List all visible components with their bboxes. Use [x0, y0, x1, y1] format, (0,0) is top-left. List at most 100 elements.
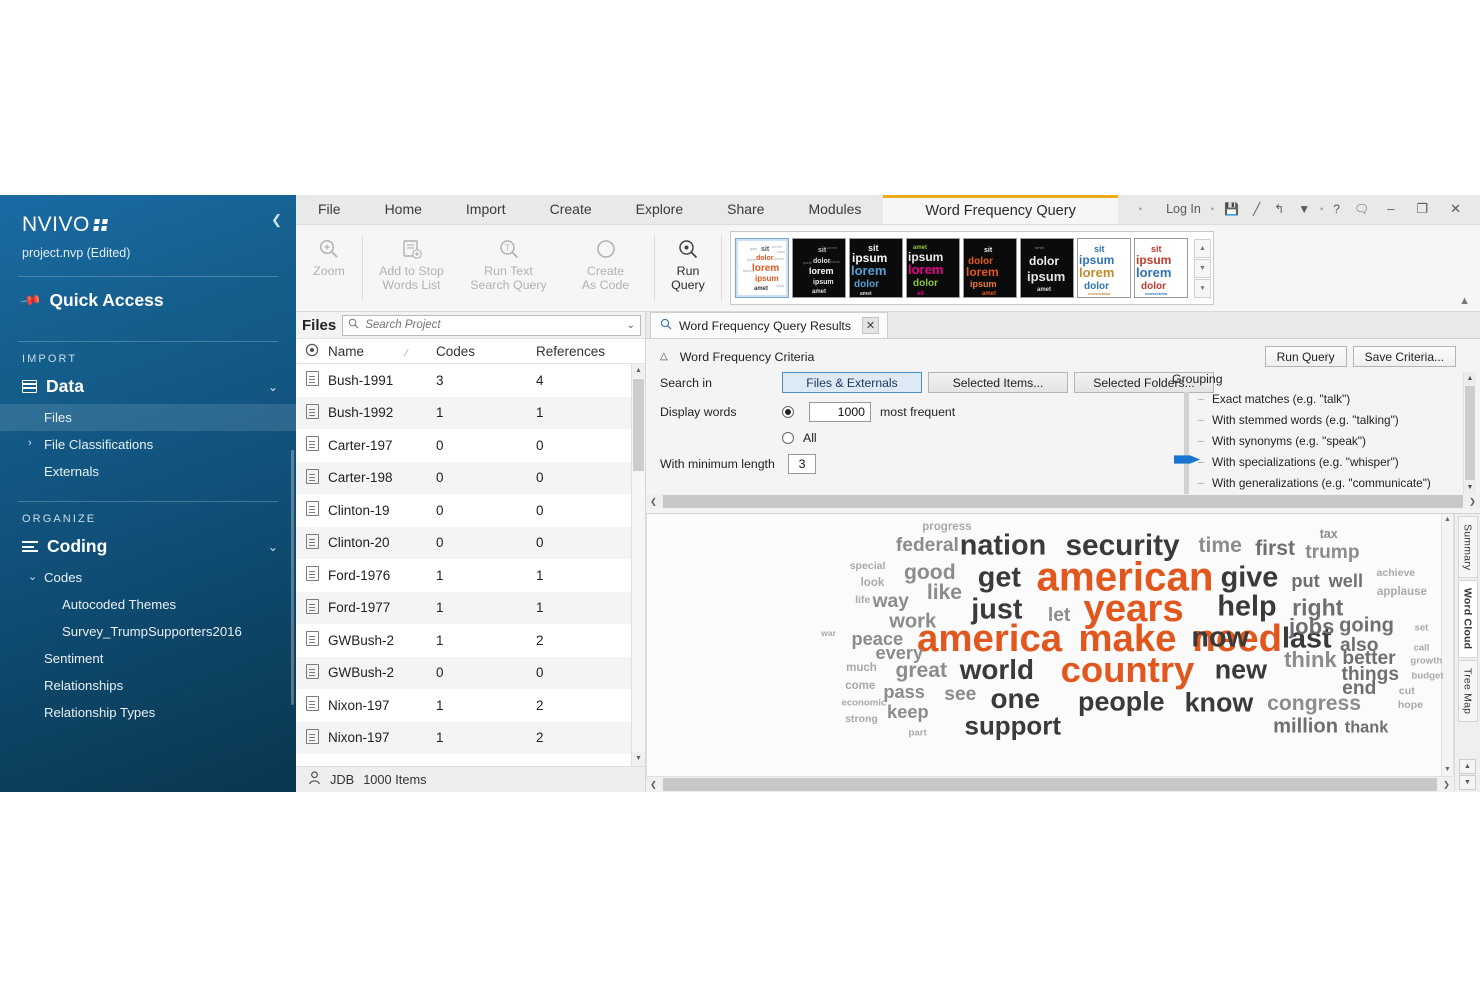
ribbon-collapse-icon[interactable]: ▲	[1459, 295, 1470, 307]
wordcloud-word[interactable]: applause	[1377, 586, 1427, 598]
wordcloud-word[interactable]: hope	[1398, 699, 1423, 711]
wordcloud-word[interactable]: achieve	[1376, 567, 1415, 579]
table-row[interactable]: GWBush-2 1 2	[296, 624, 631, 657]
scroll-down-icon[interactable]: ▼	[1464, 481, 1476, 494]
tab-file[interactable]: File	[296, 194, 363, 224]
table-row[interactable]: Clinton-19 0 0	[296, 494, 631, 527]
select-all-icon[interactable]	[296, 343, 328, 360]
sidebar-collapse-icon[interactable]: ❮	[271, 212, 282, 228]
scroll-up-icon[interactable]: ▲	[1464, 372, 1476, 385]
add-to-stop-words-button[interactable]: Add to Stop Words List	[363, 225, 460, 311]
wordcloud-word[interactable]: support	[965, 712, 1061, 741]
wordcloud-word[interactable]: set	[1415, 623, 1429, 634]
sidebar-item-sentiment[interactable]: Sentiment	[0, 645, 296, 672]
wordcloud-word[interactable]: like	[927, 581, 962, 605]
wordcloud-word[interactable]: pass	[883, 681, 925, 703]
undo-icon[interactable]: ↰	[1267, 194, 1291, 224]
grouping-option-synonyms[interactable]: – With synonyms (e.g. "speak")	[1212, 431, 1476, 452]
gallery-item-dark-blue-white[interactable]: sit ipsum lorem dolor amet	[849, 238, 903, 298]
scrollbar-thumb[interactable]	[633, 379, 644, 471]
wordcloud-word[interactable]: know	[1185, 687, 1254, 718]
redo-icon[interactable]: ▼	[1291, 194, 1317, 224]
grouping-scrollbar[interactable]: ▲ ▼	[1463, 372, 1476, 494]
table-row[interactable]: Carter-197 0 0	[296, 429, 631, 462]
account-icon[interactable]: ⑓	[1145, 194, 1159, 224]
create-as-code-button[interactable]: Create As Code	[557, 225, 654, 311]
grouping-option-stemmed[interactable]: – With stemmed words (e.g. "talking")	[1212, 410, 1476, 431]
run-text-search-query-button[interactable]: T Run Text Search Query	[460, 225, 557, 311]
wordcloud-word[interactable]: strong	[845, 713, 878, 725]
hscroll-track[interactable]	[661, 494, 1465, 509]
gallery-item-dark-grey[interactable]: sit lorem dolor dolore parts lorem ipsum amet	[792, 238, 846, 298]
tab-word-frequency-query-results[interactable]: Word Frequency Query Results ✕	[650, 312, 888, 338]
sidebar-item-relationships[interactable]: Relationships	[0, 672, 296, 699]
wordcloud-word[interactable]: well	[1329, 570, 1363, 592]
wordcloud-word[interactable]: federal	[896, 535, 959, 557]
run-query-action-button[interactable]: Run Query	[1265, 346, 1347, 367]
wordcloud-word[interactable]: world	[960, 654, 1034, 686]
wordcloud-canvas[interactable]: ▲ ▼ american years america make need country s…	[646, 514, 1454, 777]
table-row[interactable]: Nixon-197 1 2	[296, 689, 631, 722]
wordcloud-word[interactable]: economic	[842, 697, 887, 708]
wordcloud-word[interactable]: just	[971, 593, 1022, 626]
gallery-item-light-blue-red[interactable]: sit ipsum lorem dolor consectetur	[1134, 238, 1188, 298]
chevron-down-icon[interactable]: ⌄	[627, 320, 635, 331]
column-header-name[interactable]: Name ∕	[328, 344, 436, 359]
wordcloud-word[interactable]: trump	[1305, 542, 1359, 564]
search-project-box[interactable]: ⌄	[342, 315, 641, 336]
gallery-scroll-down-icon[interactable]: ▼	[1194, 259, 1211, 278]
wordcloud-word[interactable]: congress	[1267, 692, 1361, 716]
scrollbar-thumb[interactable]	[1443, 527, 1452, 763]
sidebar-item-file-classifications[interactable]: › File Classifications	[0, 431, 296, 458]
zoom-button[interactable]: Zoom	[296, 225, 362, 311]
sidebar-scrollbar[interactable]	[291, 450, 294, 705]
tab-summary[interactable]: Summary	[1458, 516, 1478, 578]
run-query-button[interactable]: Run Query	[655, 225, 721, 311]
table-row[interactable]: Ford-1976 1 1	[296, 559, 631, 592]
display-all-radio[interactable]	[782, 432, 794, 444]
tab-share[interactable]: Share	[705, 194, 786, 224]
quick-access-item[interactable]: 📌 Quick Access	[0, 277, 296, 325]
wordcloud-word[interactable]: million	[1273, 715, 1338, 738]
wordcloud-word[interactable]: progress	[922, 521, 971, 533]
wordcloud-word[interactable]: nation	[960, 530, 1046, 563]
minimize-icon[interactable]: –	[1376, 194, 1405, 224]
tabs-scroll-down-icon[interactable]: ▼	[1459, 775, 1476, 790]
wordcloud-word[interactable]: country	[1061, 649, 1195, 691]
hscroll-track[interactable]	[661, 777, 1439, 792]
scrollbar-thumb[interactable]	[1465, 386, 1475, 480]
wordcloud-word[interactable]: security	[1065, 529, 1179, 563]
display-words-radio[interactable]	[782, 406, 794, 418]
wordcloud-word[interactable]: budget	[1412, 671, 1444, 682]
wordcloud-word[interactable]: come	[845, 680, 875, 692]
save-icon[interactable]: 💾	[1217, 194, 1246, 224]
close-tab-icon[interactable]: ✕	[862, 317, 879, 334]
search-in-selected-items-button[interactable]: Selected Items...	[928, 372, 1068, 393]
close-icon[interactable]: ✕	[1439, 194, 1472, 224]
restore-icon[interactable]: ❐	[1405, 194, 1439, 224]
sidebar-item-codes[interactable]: ⌄ Codes	[0, 564, 296, 591]
sidebar-group-data[interactable]: Data ⌄	[0, 369, 296, 404]
wordcloud-word[interactable]: growth	[1410, 655, 1442, 666]
grouping-option-specializations[interactable]: – With specializations (e.g. "whisper")	[1212, 452, 1476, 473]
wordcloud-word[interactable]: help	[1217, 590, 1276, 623]
scroll-left-icon[interactable]: ❮	[646, 780, 661, 789]
display-words-input[interactable]: 1000	[809, 402, 871, 422]
tab-tree-map[interactable]: Tree Map	[1458, 660, 1478, 722]
wordcloud-word[interactable]: thank	[1345, 719, 1389, 738]
table-row[interactable]: Ford-1977 1 1	[296, 592, 631, 625]
collapse-caret-icon[interactable]: △	[660, 351, 668, 362]
scroll-up-icon[interactable]: ▲	[632, 364, 645, 378]
wordcloud-word[interactable]: get	[978, 561, 1021, 594]
table-row[interactable]: GWBush-2 0 0	[296, 657, 631, 690]
files-scrollbar[interactable]: ▲ ▼	[631, 364, 645, 766]
gallery-scroll-up-icon[interactable]: ▲	[1194, 239, 1211, 258]
wordcloud-word[interactable]: time	[1198, 534, 1241, 558]
tab-explore[interactable]: Explore	[614, 194, 705, 224]
wordcloud-word[interactable]: special	[850, 560, 886, 572]
criteria-horizontal-scrollbar[interactable]: ❮ ❯	[646, 494, 1480, 509]
wordcloud-word[interactable]: now	[1191, 622, 1249, 655]
table-row[interactable]: Bush-1992 1 1	[296, 397, 631, 430]
wordcloud-word[interactable]: think	[1284, 647, 1337, 673]
wordcloud-word[interactable]: put	[1291, 570, 1319, 592]
